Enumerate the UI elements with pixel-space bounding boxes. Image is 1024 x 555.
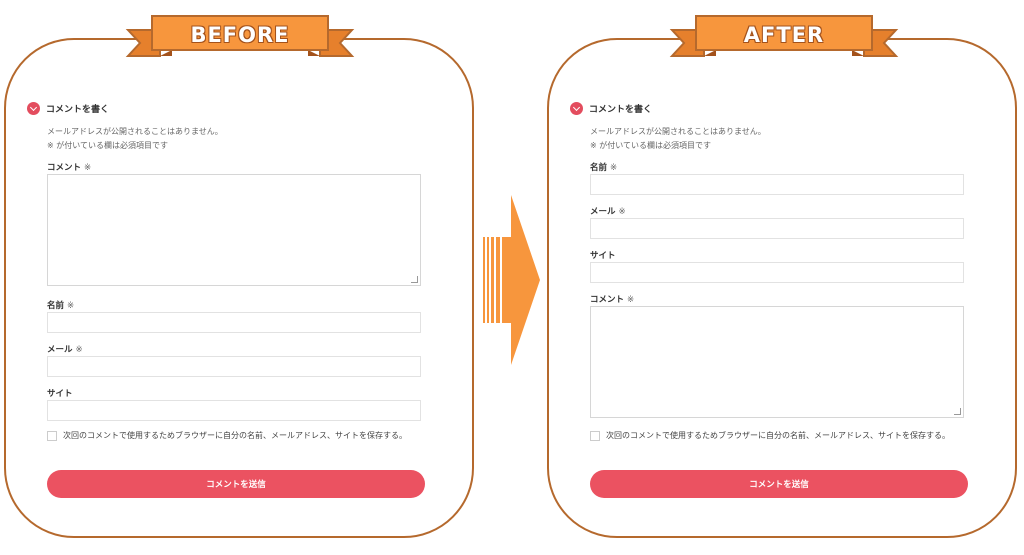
resize-handle[interactable] bbox=[954, 408, 961, 415]
comment-textarea[interactable] bbox=[47, 174, 421, 286]
site-input[interactable] bbox=[47, 400, 421, 421]
site-label: サイト bbox=[590, 251, 616, 261]
section-title: コメントを書く bbox=[589, 104, 653, 115]
before-ribbon: BEFORE bbox=[120, 8, 360, 64]
comment-label: コメント ※ bbox=[590, 295, 635, 305]
comment-label: コメント ※ bbox=[47, 163, 92, 173]
ribbon-label: AFTER bbox=[743, 23, 825, 47]
arrow-right-icon bbox=[483, 195, 540, 365]
site-input[interactable] bbox=[590, 262, 964, 283]
chevron-down-icon[interactable] bbox=[27, 101, 40, 115]
chevron-down-icon[interactable] bbox=[570, 101, 583, 115]
comment-section-header: コメントを書く bbox=[27, 100, 109, 116]
save-info-label: 次回のコメントで使用するためブラウザーに自分の名前、メールアドレス、サイトを保存… bbox=[63, 431, 407, 440]
after-ribbon: AFTER bbox=[664, 8, 904, 64]
save-info-checkbox[interactable] bbox=[47, 431, 57, 441]
section-title: コメントを書く bbox=[46, 104, 110, 115]
ribbon-label: BEFORE bbox=[190, 23, 290, 47]
save-info-checkbox[interactable] bbox=[590, 431, 600, 441]
name-label: 名前 ※ bbox=[590, 163, 618, 173]
name-input[interactable] bbox=[590, 174, 964, 195]
submit-comment-button[interactable]: コメントを送信 bbox=[590, 470, 968, 498]
name-input[interactable] bbox=[47, 312, 421, 333]
name-label: 名前 ※ bbox=[47, 301, 75, 311]
email-label: メール ※ bbox=[590, 207, 626, 217]
email-input[interactable] bbox=[590, 218, 964, 239]
email-input[interactable] bbox=[47, 356, 421, 377]
save-info-label: 次回のコメントで使用するためブラウザーに自分の名前、メールアドレス、サイトを保存… bbox=[606, 431, 950, 440]
comment-section-header: コメントを書く bbox=[570, 100, 652, 116]
resize-handle[interactable] bbox=[411, 276, 418, 283]
required-note: ※ が付いている欄は必須項目です bbox=[47, 141, 169, 150]
comment-textarea[interactable] bbox=[590, 306, 964, 418]
submit-comment-button[interactable]: コメントを送信 bbox=[47, 470, 425, 498]
email-note: メールアドレスが公開されることはありません。 bbox=[590, 127, 766, 136]
email-label: メール ※ bbox=[47, 345, 83, 355]
site-label: サイト bbox=[47, 389, 73, 399]
required-note: ※ が付いている欄は必須項目です bbox=[590, 141, 712, 150]
email-note: メールアドレスが公開されることはありません。 bbox=[47, 127, 223, 136]
